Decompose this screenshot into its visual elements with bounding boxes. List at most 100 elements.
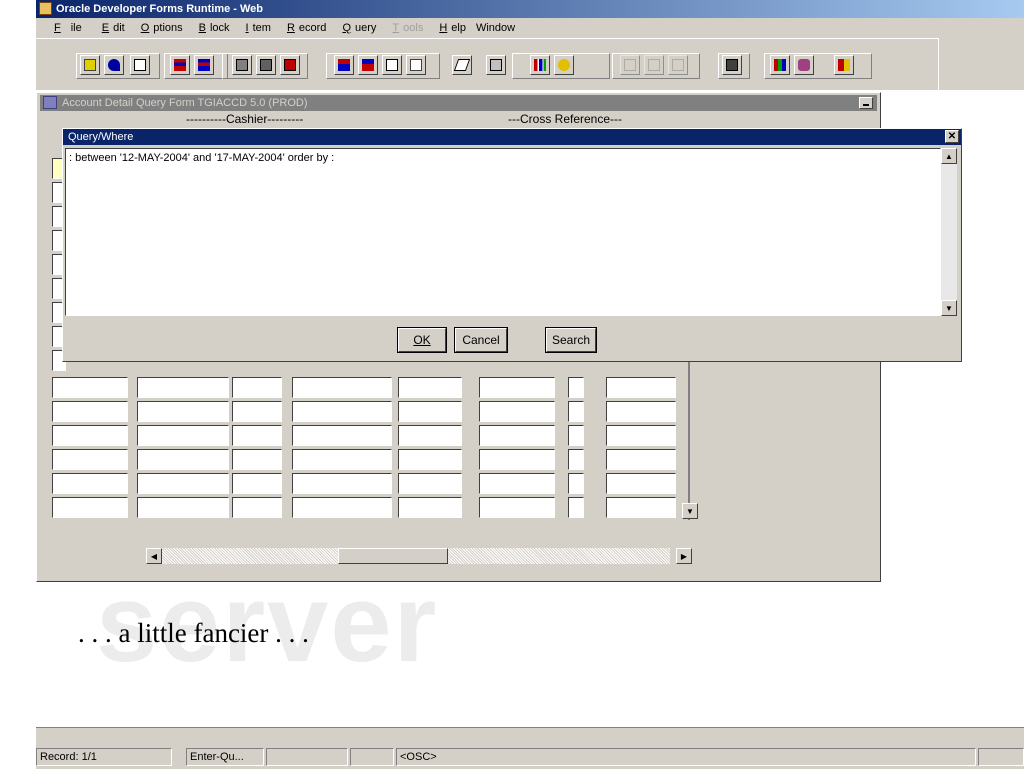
grid-cell[interactable] [398, 497, 462, 518]
close-icon[interactable]: ✕ [945, 130, 959, 143]
grid-cell[interactable] [52, 473, 128, 494]
grid-cell[interactable] [292, 473, 392, 494]
grid-cell[interactable] [292, 377, 392, 398]
status-empty-1 [266, 748, 348, 766]
next-block-icon[interactable] [256, 55, 276, 75]
save-icon[interactable] [80, 55, 100, 75]
grid-cell[interactable] [606, 377, 676, 398]
menu-file[interactable]: File [42, 18, 90, 38]
grid-cell[interactable] [137, 425, 229, 446]
grid-cell[interactable] [52, 497, 128, 518]
query-where-textarea[interactable]: : between '12-MAY-2004' and '17-MAY-2004… [65, 148, 941, 316]
insert-record-icon[interactable] [170, 55, 190, 75]
books-icon[interactable] [770, 55, 790, 75]
grid-cell[interactable] [398, 401, 462, 422]
grid-cell[interactable] [479, 497, 555, 518]
search-button[interactable]: Search [545, 327, 597, 353]
grid-scroll-down-arrow[interactable]: ▼ [682, 503, 698, 519]
menu-window[interactable]: Window [470, 18, 519, 38]
grid-cell[interactable] [137, 401, 229, 422]
delete-record-icon[interactable] [280, 55, 300, 75]
grid-cell[interactable] [479, 449, 555, 470]
grid-cell[interactable] [137, 497, 229, 518]
exit-icon[interactable] [130, 55, 150, 75]
menu-help[interactable]: Help [427, 18, 470, 38]
window-icon[interactable] [722, 55, 742, 75]
grid-cell[interactable] [568, 473, 584, 494]
exit-door-icon[interactable] [834, 55, 854, 75]
hscroll-right-arrow[interactable]: ▶ [676, 548, 692, 564]
query-vscroll-track[interactable]: ▲ ▼ [941, 148, 957, 316]
grid-cell[interactable] [137, 473, 229, 494]
status-empty-3 [978, 748, 1024, 766]
grid-cell[interactable] [479, 401, 555, 422]
grid-cell[interactable] [52, 401, 128, 422]
menu-query[interactable]: Query [330, 18, 380, 38]
query-scroll-up-arrow[interactable]: ▲ [941, 148, 957, 164]
grid-cell[interactable] [232, 401, 282, 422]
grid-cell[interactable] [232, 473, 282, 494]
grid-cell[interactable] [479, 473, 555, 494]
status-record: Record: 1/1 [36, 748, 172, 766]
grid-cell[interactable] [568, 425, 584, 446]
grid-cell[interactable] [137, 377, 229, 398]
chart-icon[interactable] [530, 55, 550, 75]
grid-cell[interactable] [568, 497, 584, 518]
search-button-label: Search [551, 333, 591, 347]
previous-block-icon[interactable] [232, 55, 252, 75]
grid-cell[interactable] [479, 377, 555, 398]
grid-cell[interactable] [52, 425, 128, 446]
grid-cell[interactable] [232, 425, 282, 446]
previous-record-icon[interactable] [334, 55, 354, 75]
grid-cell[interactable] [606, 497, 676, 518]
ok-button[interactable]: OK [397, 327, 447, 353]
window-title: Oracle Developer Forms Runtime - Web [56, 3, 264, 15]
menu-record[interactable]: Record [275, 18, 330, 38]
grid-cell[interactable] [232, 449, 282, 470]
grid-cell[interactable] [606, 425, 676, 446]
edit-icon[interactable] [452, 55, 472, 75]
cancel-button[interactable]: Cancel [454, 327, 508, 353]
grid-cell[interactable] [292, 497, 392, 518]
form-title-bar: Account Detail Query Form TGIACCD 5.0 (P… [40, 95, 877, 111]
tree-icon-1 [620, 55, 640, 75]
grid-cell[interactable] [398, 449, 462, 470]
grid-cell[interactable] [606, 449, 676, 470]
grid-cell[interactable] [398, 425, 462, 446]
grid-cell[interactable] [398, 473, 462, 494]
paste-icon[interactable] [406, 55, 426, 75]
grid-cell[interactable] [292, 401, 392, 422]
slide-caption: . . . a little fancier . . . [78, 618, 309, 648]
grid-cell[interactable] [606, 401, 676, 422]
next-record-icon[interactable] [358, 55, 378, 75]
grid-cell[interactable] [52, 449, 128, 470]
hscroll-left-arrow[interactable]: ◀ [146, 548, 162, 564]
grid-cell[interactable] [568, 401, 584, 422]
copy-icon[interactable] [382, 55, 402, 75]
grid-cell[interactable] [568, 449, 584, 470]
grid-cell[interactable] [232, 497, 282, 518]
grid-cell[interactable] [398, 377, 462, 398]
grid-cell[interactable] [292, 449, 392, 470]
grid-cell[interactable] [568, 377, 584, 398]
grid-cell[interactable] [137, 449, 229, 470]
grid-cell[interactable] [52, 377, 128, 398]
grid-cell[interactable] [479, 425, 555, 446]
grid-cell[interactable] [232, 377, 282, 398]
print-icon[interactable] [486, 55, 506, 75]
query-scroll-down-arrow[interactable]: ▼ [941, 300, 957, 316]
ok-button-label: OK [413, 333, 431, 347]
help-icon[interactable] [794, 55, 814, 75]
grid-cell[interactable] [606, 473, 676, 494]
menu-item[interactable]: Item [234, 18, 275, 38]
remove-record-icon[interactable] [194, 55, 214, 75]
spreadsheet-icon[interactable] [554, 55, 574, 75]
undo-icon[interactable] [104, 55, 124, 75]
menu-options[interactable]: Options [129, 18, 187, 38]
grid-cell[interactable] [292, 425, 392, 446]
menu-block[interactable]: Block [187, 18, 234, 38]
status-empty-2 [350, 748, 394, 766]
hscroll-thumb[interactable] [338, 548, 448, 564]
minimize-button[interactable] [859, 97, 873, 109]
menu-edit[interactable]: Edit [90, 18, 129, 38]
